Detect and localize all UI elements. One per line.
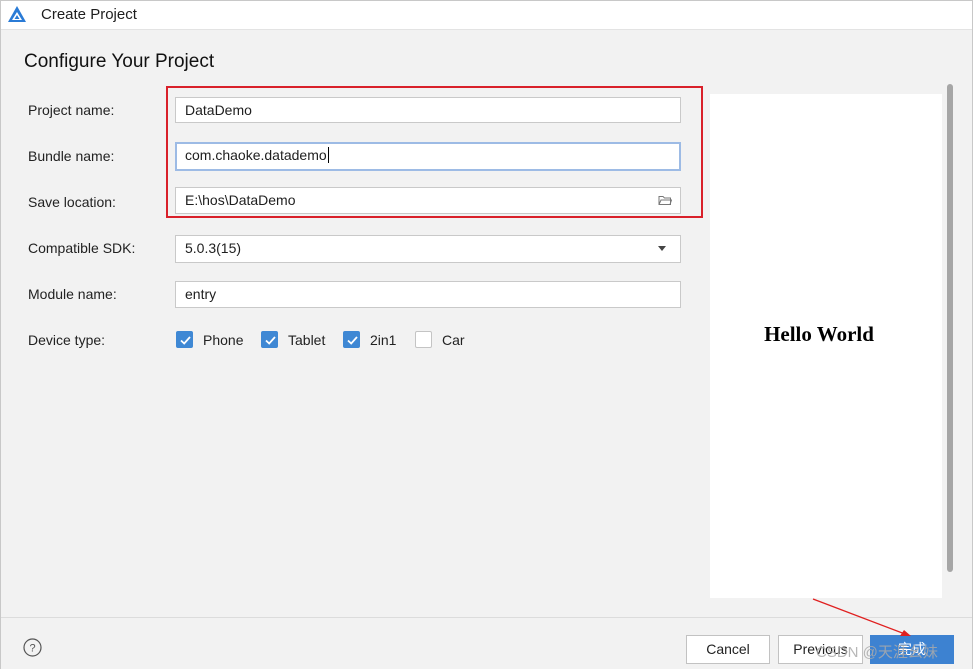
- highlight-box: [166, 86, 703, 218]
- 2in1-checkbox[interactable]: [343, 331, 360, 348]
- template-preview: Hello World: [710, 94, 942, 598]
- tablet-checkbox-label: Tablet: [288, 332, 326, 348]
- phone-checkbox[interactable]: [176, 331, 193, 348]
- save-location-label: Save location:: [28, 194, 116, 210]
- car-checkbox[interactable]: [415, 331, 432, 348]
- 2in1-checkbox-label: 2in1: [370, 332, 397, 348]
- svg-text:?: ?: [29, 643, 35, 655]
- check-icon: [347, 336, 358, 345]
- check-icon: [265, 336, 276, 345]
- preview-text: Hello World: [764, 322, 874, 346]
- module-name-input[interactable]: entry: [175, 281, 681, 308]
- watermark: CSDN @天涯幺妹: [816, 644, 938, 661]
- phone-checkbox-label: Phone: [203, 332, 244, 348]
- window-title: Create Project: [41, 6, 137, 23]
- chevron-down-icon: [658, 246, 666, 251]
- device-type-label: Device type:: [28, 332, 106, 348]
- module-name-value: entry: [185, 286, 217, 302]
- page-title: Configure Your Project: [24, 51, 215, 72]
- bundle-name-label: Bundle name:: [28, 148, 115, 164]
- compatible-sdk-select[interactable]: 5.0.3(15): [175, 235, 681, 263]
- check-icon: [180, 336, 191, 345]
- preview-scrollbar[interactable]: [947, 84, 953, 572]
- annotation-arrow: [812, 598, 911, 636]
- cancel-button[interactable]: Cancel: [686, 635, 770, 664]
- create-project-dialog: Create Project Configure Your Project Pr…: [0, 0, 973, 669]
- help-icon[interactable]: ?: [23, 638, 42, 657]
- car-checkbox-label: Car: [442, 332, 465, 348]
- compatible-sdk-value: 5.0.3(15): [185, 240, 242, 256]
- tablet-checkbox[interactable]: [261, 331, 278, 348]
- project-name-label: Project name:: [28, 102, 115, 118]
- title-bar: Create Project: [1, 1, 972, 30]
- app-logo-icon: [8, 6, 26, 22]
- module-name-label: Module name:: [28, 286, 117, 302]
- compatible-sdk-label: Compatible SDK:: [28, 240, 136, 256]
